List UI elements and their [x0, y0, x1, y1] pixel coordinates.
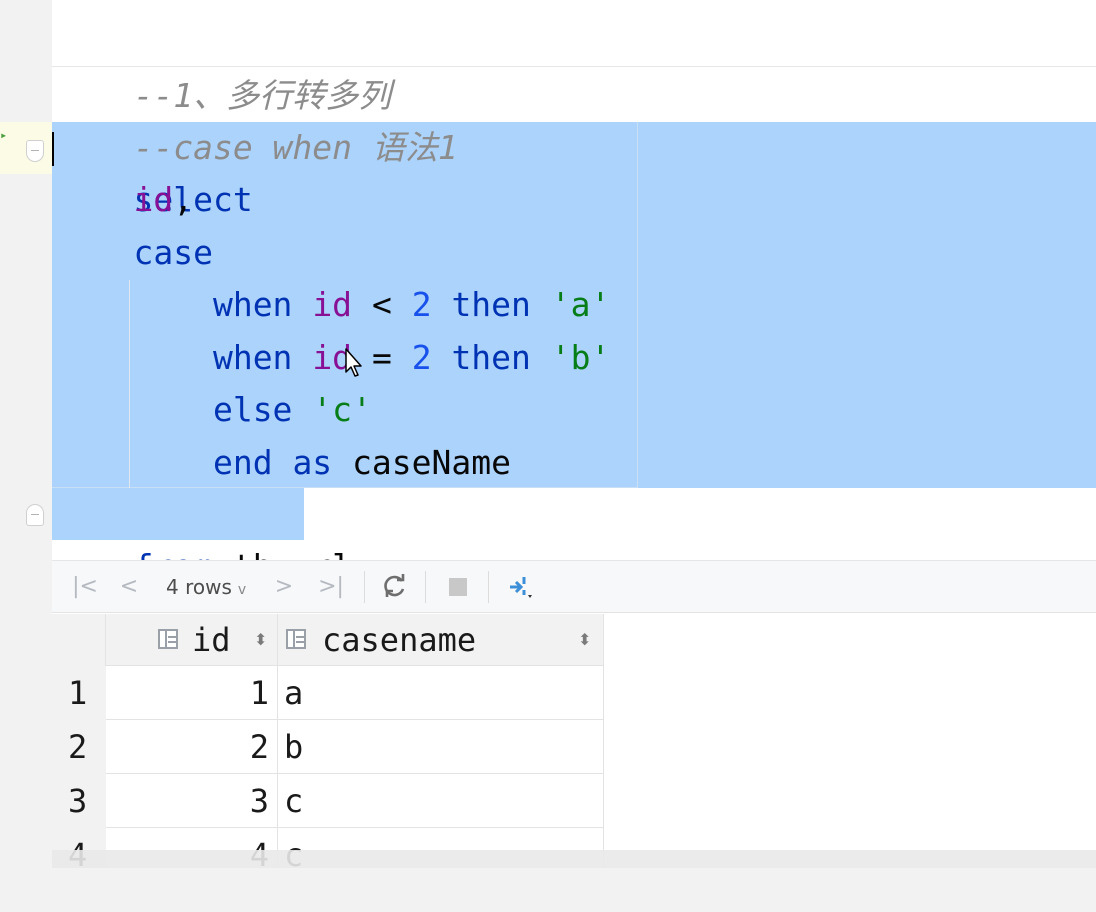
keyword-then: then	[451, 338, 531, 377]
rows-count-dropdown[interactable]: 4 rows v	[166, 573, 258, 601]
toolbar-separator	[425, 571, 426, 603]
cell-casename[interactable]: a	[278, 666, 604, 720]
ide-window: ▸ --1、多行转多列 --case when 语法1 select id, c…	[0, 0, 1096, 912]
code-line-when-2[interactable]: when id = 2 then 'b'	[54, 332, 610, 384]
code-line-select[interactable]: select	[54, 122, 252, 219]
identifier-id: id	[312, 285, 353, 324]
table-row[interactable]: 1 1 a	[52, 666, 604, 720]
stop-icon[interactable]	[441, 573, 475, 601]
punctuation-comma: ,	[173, 180, 194, 219]
bottom-bar	[0, 868, 1096, 912]
keyword-as: as	[292, 443, 333, 482]
sort-icon[interactable]: ⬍	[578, 614, 591, 666]
code-line-comment-2[interactable]: --case when 语法1	[54, 70, 457, 167]
horizontal-scrollbar[interactable]	[52, 850, 1096, 868]
operator-eq: =	[371, 338, 392, 377]
keyword-then: then	[451, 285, 531, 324]
last-page-icon[interactable]: >|	[316, 573, 346, 601]
first-page-icon[interactable]: |<	[70, 573, 100, 601]
column-label: casename	[322, 621, 477, 659]
cell-id[interactable]: 2	[106, 720, 278, 774]
table-row[interactable]: 3 3 c	[52, 774, 604, 828]
rows-count-label: 4 rows	[166, 575, 232, 599]
identifier-id: id	[133, 180, 174, 219]
grid-header: id ⬍ casename ⬍	[52, 614, 1096, 666]
pin-glyph	[510, 577, 532, 598]
code-line-end[interactable]: end as caseName	[54, 437, 511, 489]
column-header-id[interactable]: id ⬍	[106, 614, 278, 666]
keyword-end: end	[212, 443, 273, 482]
previous-page-icon[interactable]: <	[116, 573, 142, 601]
cell-id[interactable]: 3	[106, 774, 278, 828]
text-caret	[52, 132, 54, 166]
sort-icon[interactable]: ⬍	[254, 614, 267, 666]
fold-start-icon[interactable]	[26, 140, 44, 162]
refresh-glyph	[384, 574, 405, 597]
results-panel: |< < 4 rows v > >| id ⬍ casename ⬍ 1 1 a…	[52, 560, 1096, 869]
fold-end-icon[interactable]	[26, 504, 44, 526]
keyword-when: when	[212, 338, 293, 377]
row-number[interactable]: 2	[52, 720, 106, 774]
table-row[interactable]: 2 2 b	[52, 720, 604, 774]
next-page-icon[interactable]: >	[273, 573, 295, 601]
column-label: id	[192, 621, 231, 659]
cell-id[interactable]: 1	[106, 666, 278, 720]
number-literal: 2	[411, 338, 432, 377]
toolbar-separator	[364, 571, 365, 603]
keyword-when: when	[212, 285, 293, 324]
code-line-comment-1[interactable]: --1、多行转多列	[54, 18, 391, 115]
row-number[interactable]: 1	[52, 666, 106, 720]
string-literal: 'c'	[312, 390, 372, 429]
toolbar-separator	[488, 571, 489, 603]
row-number[interactable]: 3	[52, 774, 106, 828]
pin-icon[interactable]	[504, 573, 538, 601]
alias-casename: caseName	[352, 443, 512, 482]
string-literal: 'b'	[550, 338, 611, 377]
keyword-else: else	[212, 390, 293, 429]
number-literal: 2	[411, 285, 432, 324]
row-number-header	[52, 614, 106, 666]
operator-lt: <	[371, 285, 392, 324]
code-line-case[interactable]: case	[54, 227, 213, 279]
code-line-id[interactable]: id,	[54, 174, 193, 226]
mouse-pointer-icon	[345, 348, 362, 377]
column-icon	[158, 629, 178, 649]
code-line-from[interactable]: from tb_url;	[54, 489, 371, 586]
cell-casename[interactable]: b	[278, 720, 604, 774]
results-toolbar: |< < 4 rows v > >|	[52, 561, 1096, 613]
run-marker-icon[interactable]: ▸	[0, 129, 7, 141]
refresh-icon[interactable]	[378, 573, 412, 601]
code-line-else[interactable]: else 'c'	[54, 384, 372, 436]
keyword-case: case	[133, 233, 213, 272]
stop-square	[449, 578, 467, 596]
cell-casename[interactable]: c	[278, 774, 604, 828]
column-header-casename[interactable]: casename ⬍	[278, 614, 604, 666]
string-literal: 'a'	[550, 285, 611, 324]
code-line-when-1[interactable]: when id < 2 then 'a'	[54, 279, 610, 331]
chevron-down-icon: v	[237, 582, 247, 598]
column-icon	[286, 629, 306, 649]
